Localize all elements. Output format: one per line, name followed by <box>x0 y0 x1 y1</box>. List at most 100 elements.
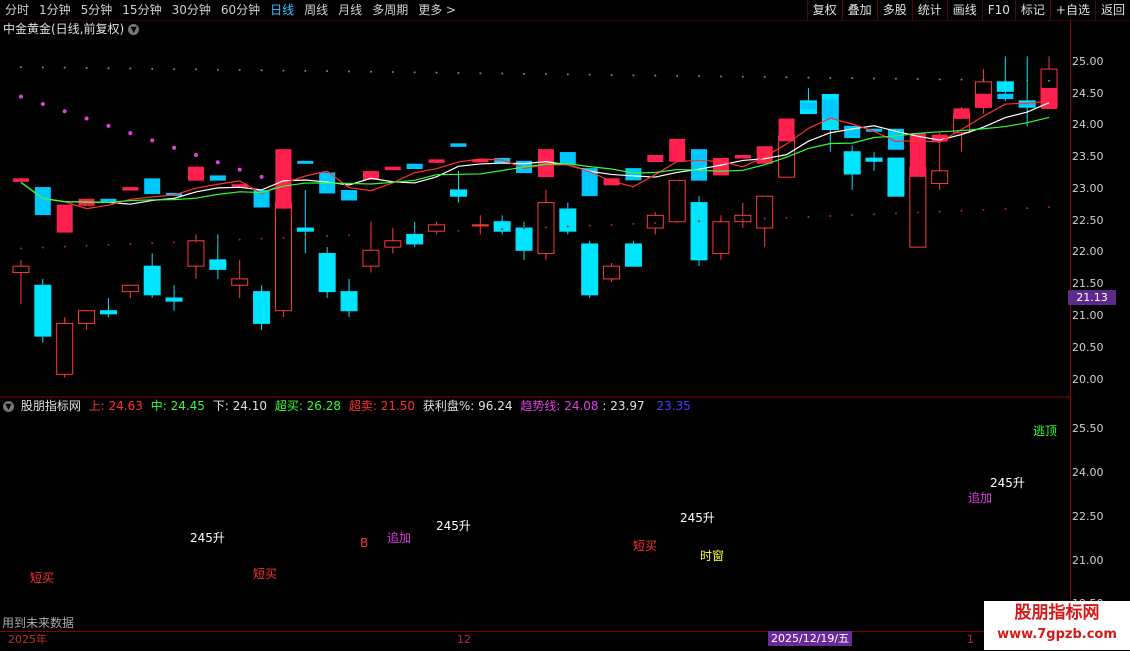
oversell-dot <box>435 230 438 233</box>
toolbar-button-4[interactable]: 画线 <box>946 0 982 20</box>
tab-4[interactable]: 30分钟 <box>167 0 216 20</box>
trend-dot <box>106 123 111 128</box>
price-tick: 23.00 <box>1072 181 1104 195</box>
toolbar-button-2[interactable]: 多股 <box>876 0 912 20</box>
crosshair-price-tag: 21.13 <box>1068 290 1116 305</box>
trend-dot <box>18 94 23 99</box>
oversell-dot <box>1048 206 1051 209</box>
indicator-bar <box>734 155 751 159</box>
oversell-dot <box>282 236 285 239</box>
toolbar: 分时 1分钟 5分钟 15分钟 30分钟 60分钟 日线 周线 月线 多周期 更多 > 复权 叠加 多股… <box>0 0 1130 21</box>
overbuy-dot <box>588 73 591 76</box>
candle <box>274 189 292 318</box>
price-tick: 24.00 <box>1072 118 1104 132</box>
candle <box>143 253 161 298</box>
candle <box>384 228 402 254</box>
indicator-bar <box>341 190 358 201</box>
overbuy-dot <box>1026 79 1029 82</box>
overbuy-dot <box>369 70 372 73</box>
trend-dot <box>150 138 155 143</box>
price-tick: 24.50 <box>1072 86 1104 100</box>
chevron-down-icon[interactable]: ▼ <box>3 401 14 412</box>
overbuy-dot <box>348 70 351 73</box>
toolbar-button-0[interactable]: 复权 <box>806 0 842 20</box>
candle <box>624 240 642 267</box>
indicator-name: 股朋指标网 <box>20 399 81 413</box>
price-axis <box>1070 20 1116 630</box>
indicator-bar <box>953 108 970 119</box>
oversell-dot <box>107 243 110 246</box>
indicator-bar <box>537 149 554 178</box>
indicator-bar <box>56 204 73 233</box>
tab-8[interactable]: 月线 <box>333 0 367 20</box>
legend-oversell: 超卖: 21.50 <box>348 399 416 413</box>
date-axis: 2025年 12 1 <box>0 631 1130 651</box>
price-tick: 23.50 <box>1072 150 1104 164</box>
tab-0[interactable]: 分时 <box>0 0 34 20</box>
overbuy-dot <box>960 78 963 81</box>
tab-2[interactable]: 5分钟 <box>76 0 118 20</box>
candle <box>296 189 314 254</box>
overbuy-dot <box>457 71 460 74</box>
indicator-bar <box>778 118 795 142</box>
overbuy-dot <box>151 67 154 70</box>
oversell-dot <box>85 244 88 247</box>
toolbar-button-1[interactable]: 叠加 <box>841 0 877 20</box>
overbuy-dot <box>566 73 569 76</box>
oversell-dot <box>632 222 635 225</box>
trend-dot <box>84 116 89 121</box>
trend-dot <box>259 174 264 179</box>
overbuy-dot <box>807 76 810 79</box>
overbuy-dot <box>851 77 854 80</box>
watermark-title: 股朋指标网 <box>1014 603 1100 623</box>
price-tick: 21.50 <box>1072 277 1104 291</box>
candle <box>449 170 467 203</box>
indicator-bar <box>450 143 467 147</box>
candle <box>231 259 249 298</box>
toolbar-button-7[interactable]: +自选 <box>1049 0 1095 20</box>
tab-1[interactable]: 1分钟 <box>34 0 76 20</box>
tab-9[interactable]: 多周期 <box>367 0 413 20</box>
indicator-bar <box>909 133 926 177</box>
oversell-dot <box>326 235 329 238</box>
indicator-bar <box>428 159 445 163</box>
legend-overbuy: 超买: 26.28 <box>274 399 342 413</box>
selected-date: 2025/12/19/五 <box>768 631 853 646</box>
oversell-dot <box>566 225 569 228</box>
indicator-tick: 22.50 <box>1072 509 1104 523</box>
oversell-dot <box>413 231 416 234</box>
trend-dot <box>237 167 242 172</box>
toolbar-button-8[interactable]: 返回 <box>1094 0 1130 20</box>
oversell-dot <box>982 208 985 211</box>
oversell-dot <box>676 221 679 224</box>
trend-dot <box>128 131 133 136</box>
toolbar-button-3[interactable]: 统计 <box>911 0 947 20</box>
oversell-dot <box>63 245 66 248</box>
oversell-dot <box>479 228 482 231</box>
overbuy-dot <box>129 67 132 70</box>
candle <box>603 263 621 283</box>
candle <box>756 195 774 248</box>
overbuy-dot <box>85 66 88 69</box>
overbuy-dot <box>719 75 722 78</box>
overbuy-dot <box>873 77 876 80</box>
indicator-bar <box>669 138 686 162</box>
tab-7[interactable]: 周线 <box>299 0 333 20</box>
oversell-dot <box>391 232 394 235</box>
overbuy-dot <box>894 77 897 80</box>
indicator-bar <box>406 163 423 169</box>
overbuy-dot <box>173 68 176 71</box>
tab-6[interactable]: 日线 <box>265 0 299 20</box>
trend-dot <box>215 160 220 165</box>
toolbar-button-5[interactable]: F10 <box>981 0 1015 20</box>
toolbar-button-6[interactable]: 标记 <box>1014 0 1050 20</box>
overbuy-dot <box>501 72 504 75</box>
oversell-dot <box>1004 207 1007 210</box>
tab-10[interactable]: 更多 > <box>413 0 461 20</box>
price-chart[interactable]: 短买 短买短买追加追加245升245升245升245升逃顶时窗B <box>0 20 1070 630</box>
label-245: 245升 <box>990 476 1025 490</box>
candle <box>78 310 96 330</box>
tab-5[interactable]: 60分钟 <box>216 0 265 20</box>
tab-3[interactable]: 15分钟 <box>117 0 166 20</box>
indicator-bar <box>800 102 817 110</box>
